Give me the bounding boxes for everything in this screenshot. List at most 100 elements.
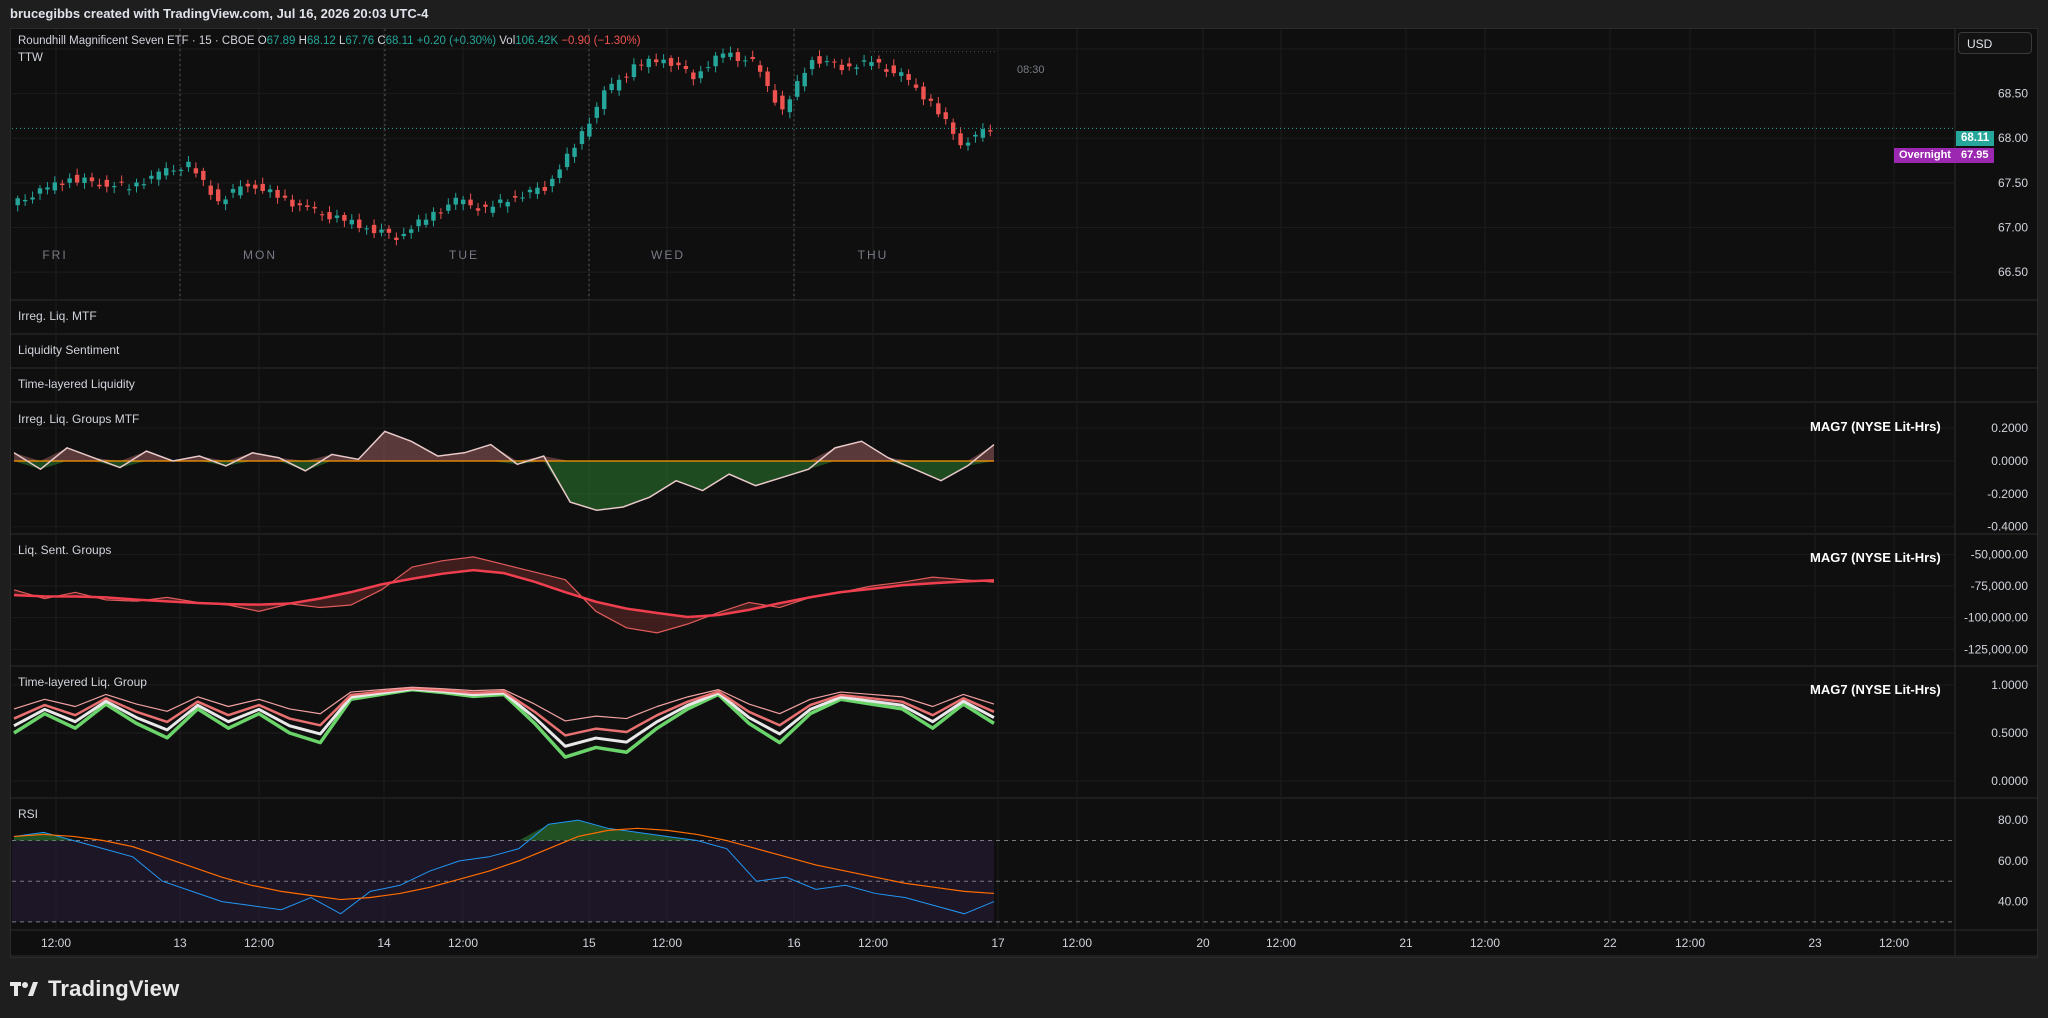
price-candle bbox=[349, 219, 355, 225]
price-candle bbox=[334, 215, 340, 218]
price-candle bbox=[119, 181, 124, 183]
pane-label-sent-groups[interactable]: Liq. Sent. Groups bbox=[18, 543, 111, 557]
volume-change: −0.90 (−1.30%) bbox=[561, 35, 641, 47]
price-candle bbox=[832, 61, 837, 63]
price-candle bbox=[253, 184, 258, 189]
price-candle bbox=[824, 61, 830, 63]
footer: TradingView bbox=[10, 972, 179, 1006]
price-candle bbox=[958, 133, 963, 146]
price-axis-tick: 66.50 bbox=[1998, 265, 2028, 279]
price-candle bbox=[817, 56, 822, 64]
indicator-axis-tick: 0.0000 bbox=[1991, 774, 2028, 788]
open-label: O bbox=[257, 35, 267, 47]
irreg-groups-line bbox=[13, 430, 995, 512]
price-candle bbox=[750, 56, 755, 59]
price-candle bbox=[22, 199, 28, 202]
price-candle bbox=[386, 228, 392, 233]
price-candle bbox=[416, 219, 421, 227]
x-axis-label: 12:00 bbox=[1062, 936, 1092, 950]
price-candle bbox=[238, 186, 243, 196]
price-candle bbox=[230, 189, 236, 193]
price-candle bbox=[668, 58, 674, 66]
indicator-label-ttw[interactable]: TTW bbox=[18, 52, 43, 64]
overnight-price: 67.95 bbox=[1956, 148, 1994, 163]
day-label: TUE bbox=[449, 248, 479, 262]
indicator-axis-tick: -125,000.00 bbox=[1964, 642, 2028, 656]
x-axis-label: 12:00 bbox=[41, 936, 71, 950]
day-label: FRI bbox=[42, 248, 67, 262]
price-candle bbox=[705, 67, 711, 69]
price-candle bbox=[193, 168, 199, 174]
chart-canvas[interactable]: 12:00 13 12:00 14 12:00 15 12:00 16 12:00 17 12:00… bbox=[0, 0, 2048, 1018]
price-candle bbox=[483, 204, 488, 207]
rsi-axis-tick: 80.00 bbox=[1998, 813, 2028, 827]
price-candle bbox=[698, 71, 703, 79]
price-candle bbox=[757, 65, 763, 72]
price-candle bbox=[364, 228, 369, 230]
symbol-title: Roundhill Magnificent Seven ETF · 15 · C… bbox=[18, 35, 255, 47]
price-candle bbox=[156, 171, 161, 180]
price-candle bbox=[89, 177, 95, 182]
price-candle bbox=[884, 69, 889, 72]
price-candle bbox=[980, 129, 986, 138]
price-candle bbox=[869, 62, 874, 66]
price-candle bbox=[408, 229, 414, 233]
price-candle bbox=[921, 86, 926, 100]
pane-label-tl-group[interactable]: Time-layered Liq. Group bbox=[18, 675, 147, 689]
sent-groups-baseline bbox=[13, 568, 995, 619]
price-candle bbox=[30, 197, 35, 200]
pane-label-liq-sentiment[interactable]: Liquidity Sentiment bbox=[18, 343, 119, 357]
indicator-axis-tick: -75,000.00 bbox=[1971, 579, 2029, 593]
price-candle bbox=[245, 183, 251, 187]
price-candle bbox=[104, 179, 110, 187]
low-value: 67.76 bbox=[345, 35, 375, 47]
tradingview-logo-icon bbox=[10, 982, 38, 996]
currency-selector[interactable]: USD bbox=[1958, 32, 2032, 54]
price-candle bbox=[305, 205, 310, 207]
overnight-label: Overnight bbox=[1894, 148, 1956, 163]
price-candle bbox=[765, 71, 770, 87]
indicator-axis-tick: 1.0000 bbox=[1991, 678, 2028, 692]
price-candle bbox=[149, 175, 154, 179]
price-candle bbox=[772, 90, 778, 103]
price-candle bbox=[282, 195, 288, 198]
price-candle bbox=[735, 52, 741, 61]
rsi-overbought-fill bbox=[14, 820, 994, 841]
price-candle bbox=[327, 212, 332, 220]
price-candle bbox=[802, 72, 807, 87]
price-candle bbox=[609, 83, 614, 91]
price-candle bbox=[913, 84, 919, 88]
x-axis-label: 12:00 bbox=[1879, 936, 1909, 950]
price-candle bbox=[37, 188, 43, 194]
price-candle bbox=[646, 58, 651, 68]
irreg-groups-negative-area bbox=[14, 461, 994, 511]
price-candle bbox=[312, 206, 317, 209]
pane-label-irreg-groups[interactable]: Irreg. Liq. Groups MTF bbox=[18, 412, 139, 426]
price-candle bbox=[898, 72, 904, 76]
price-candle bbox=[178, 169, 184, 171]
price-candle bbox=[847, 63, 852, 67]
price-candle bbox=[950, 122, 956, 134]
pane-label-time-layered[interactable]: Time-layered Liquidity bbox=[18, 377, 135, 391]
price-candle bbox=[297, 203, 303, 206]
indicator-axis-tick: 0.5000 bbox=[1991, 726, 2028, 740]
price-axis-tick: 68.00 bbox=[1998, 131, 2028, 145]
price-candle bbox=[795, 81, 800, 97]
price-candle bbox=[936, 103, 941, 115]
pane-label-irreg-mtf[interactable]: Irreg. Liq. MTF bbox=[18, 309, 97, 323]
price-candle bbox=[446, 204, 451, 211]
x-axis-label: 12:00 bbox=[244, 936, 274, 950]
x-axis-label: 17 bbox=[991, 936, 1005, 950]
rsi-axis-tick: 60.00 bbox=[1998, 854, 2028, 868]
x-axis-label: 12:00 bbox=[858, 936, 888, 950]
price-candle bbox=[839, 64, 845, 71]
series-tag-tl-group: MAG7 (NYSE Lit-Hrs) bbox=[1810, 682, 1941, 697]
price-candle bbox=[572, 147, 577, 157]
price-candle bbox=[713, 55, 718, 67]
price-candle bbox=[357, 219, 362, 229]
price-candle bbox=[74, 174, 80, 183]
x-axis-label: 22 bbox=[1603, 936, 1617, 950]
price-candle bbox=[809, 60, 815, 70]
price-candle bbox=[342, 215, 347, 221]
pane-label-rsi[interactable]: RSI bbox=[18, 807, 38, 821]
